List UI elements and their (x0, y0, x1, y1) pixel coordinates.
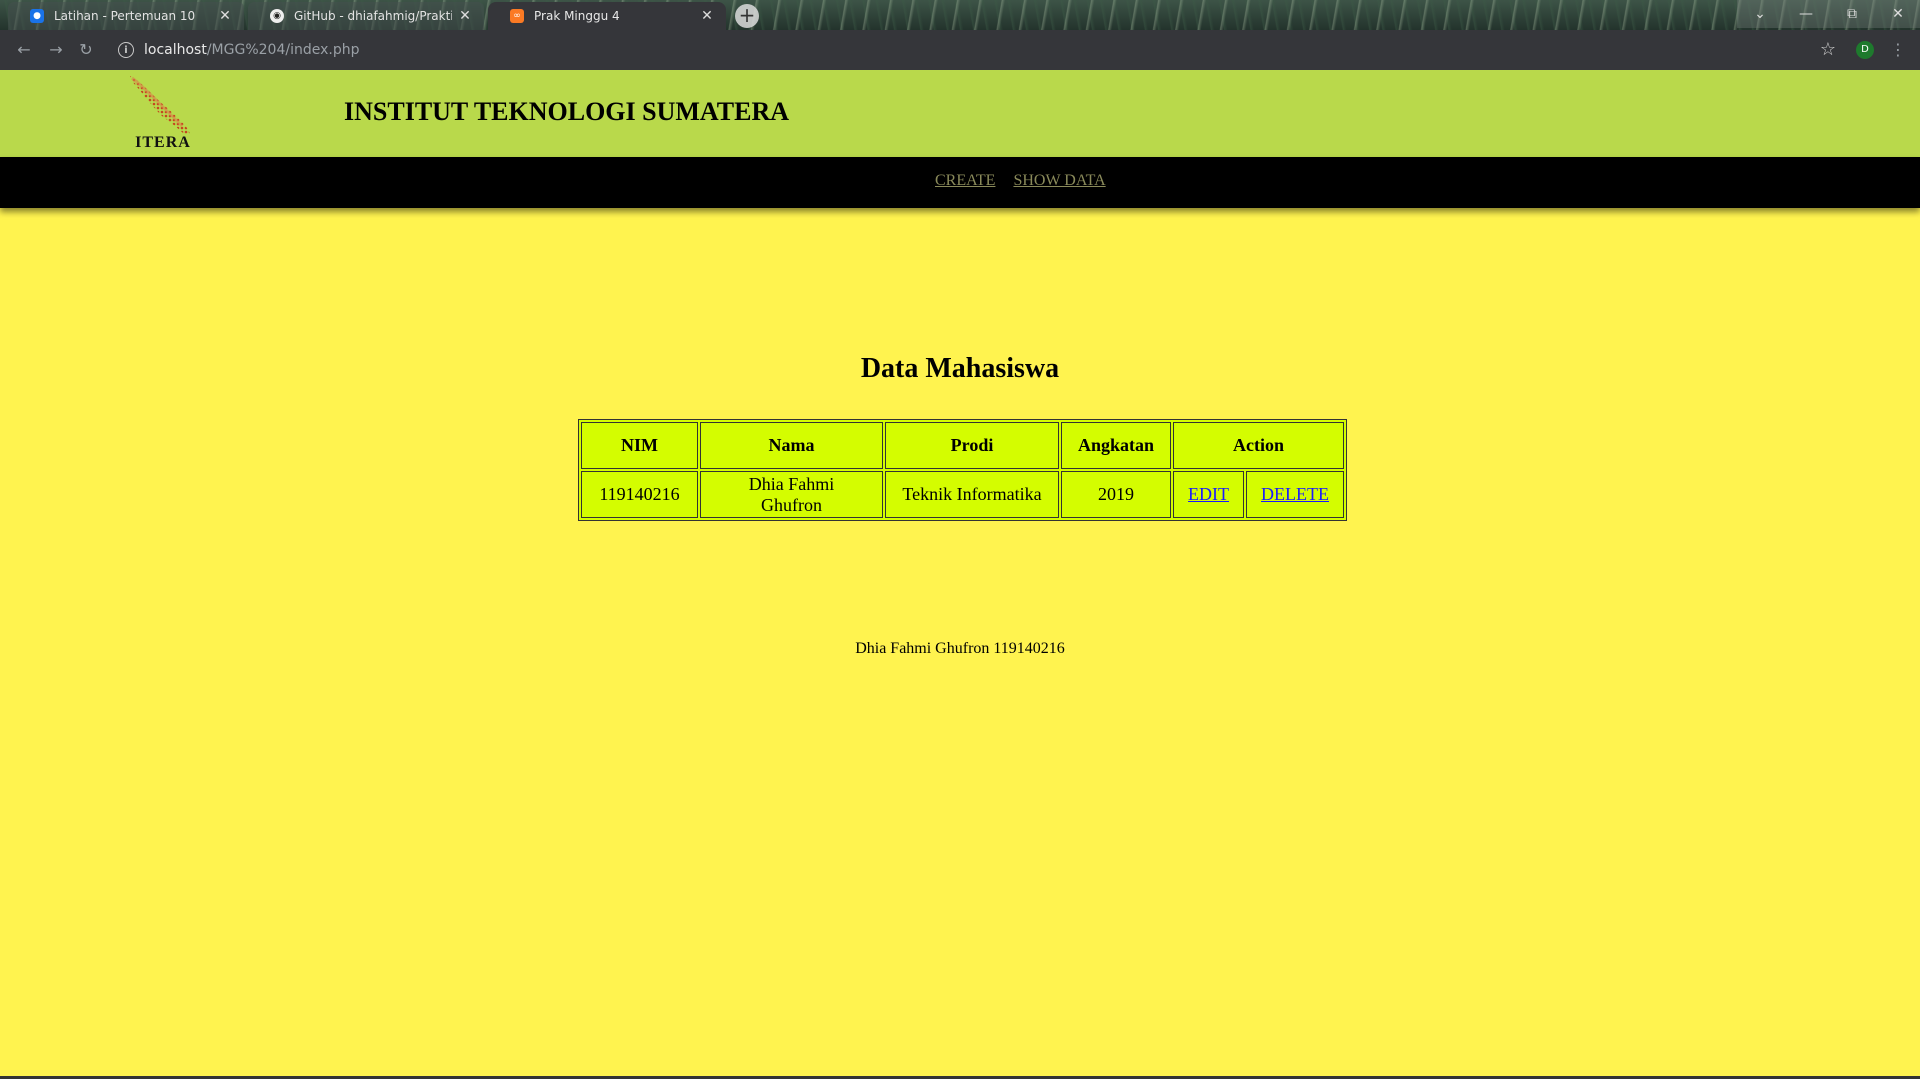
profile-avatar[interactable]: D (1856, 41, 1874, 59)
delete-link[interactable]: DELETE (1261, 484, 1329, 504)
tab-label: Prak Minggu 4 (534, 9, 620, 23)
edit-link[interactable]: EDIT (1188, 484, 1229, 504)
browser-tab-strip: ● Latihan - Pertemuan 10 ✕ ◉ GitHub - dh… (0, 0, 1920, 30)
site-header: ITERA INSTITUT TEKNOLOGI SUMATERA (0, 70, 1920, 157)
info-icon[interactable]: i (118, 42, 134, 58)
xampp-icon: ∞ (510, 9, 524, 23)
bookmark-star-icon[interactable]: ☆ (1816, 38, 1840, 62)
url-text: localhost/MGG%204/index.php (144, 42, 360, 58)
cell-edit: EDIT (1173, 471, 1245, 518)
github-icon: ◉ (270, 9, 284, 23)
new-tab-button[interactable]: + (735, 4, 759, 28)
browser-tab-prak-minggu-4[interactable]: ∞ Prak Minggu 4 ✕ (488, 2, 726, 30)
sumatra-map-icon (130, 76, 190, 134)
close-icon[interactable]: ✕ (218, 8, 232, 24)
close-window-icon[interactable]: ✕ (1875, 0, 1920, 28)
classroom-icon: ● (30, 9, 44, 23)
minimize-icon[interactable]: — (1783, 0, 1829, 28)
reload-icon[interactable]: ↻ (74, 38, 98, 62)
cell-nama: Dhia Fahmi Ghufron (700, 471, 883, 518)
cell-prodi: Teknik Informatika (885, 471, 1059, 518)
column-header-angkatan: Angkatan (1061, 422, 1172, 469)
back-icon[interactable]: ← (12, 38, 36, 62)
cell-delete: DELETE (1246, 471, 1344, 518)
browser-tab-github[interactable]: ◉ GitHub - dhiafahmig/Praktikum- ✕ (248, 2, 484, 30)
main-navbar: CREATE SHOW DATA (0, 157, 1920, 208)
page-heading: Data Mahasiswa (860, 353, 1060, 384)
column-header-action: Action (1173, 422, 1344, 469)
nav-links: CREATE SHOW DATA (926, 172, 1115, 190)
cell-angkatan: 2019 (1061, 471, 1172, 518)
restore-icon[interactable]: ⧉ (1829, 0, 1875, 28)
tab-search-icon[interactable]: ⌄ (1737, 0, 1783, 28)
close-icon[interactable]: ✕ (458, 8, 472, 24)
browser-toolbar: ← → ↻ i localhost/MGG%204/index.php ☆ D … (0, 30, 1920, 70)
column-header-nim: NIM (581, 422, 698, 469)
tab-label: Latihan - Pertemuan 10 (54, 9, 196, 23)
column-header-nama: Nama (700, 422, 883, 469)
table-row: 119140216 Dhia Fahmi Ghufron Teknik Info… (581, 471, 1344, 518)
forward-icon[interactable]: → (44, 38, 68, 62)
nav-create-link[interactable]: CREATE (935, 172, 995, 190)
close-icon[interactable]: ✕ (700, 8, 714, 24)
site-title: INSTITUT TEKNOLOGI SUMATERA (344, 97, 790, 126)
nav-show-data-link[interactable]: SHOW DATA (1013, 172, 1105, 190)
address-bar[interactable]: i localhost/MGG%204/index.php (108, 35, 1783, 65)
table-header-row: NIM Nama Prodi Angkatan Action (581, 422, 1344, 469)
browser-menu-icon[interactable]: ⋮ (1890, 38, 1906, 62)
itera-logo: ITERA (128, 74, 198, 154)
logo-text: ITERA (135, 134, 191, 151)
mahasiswa-table: NIM Nama Prodi Angkatan Action 119140216… (578, 419, 1347, 521)
browser-tab-latihan[interactable]: ● Latihan - Pertemuan 10 ✕ (8, 2, 244, 30)
tab-label: GitHub - dhiafahmig/Praktikum- (294, 9, 452, 23)
cell-nim: 119140216 (581, 471, 698, 518)
column-header-prodi: Prodi (885, 422, 1059, 469)
footer-text: Dhia Fahmi Ghufron 119140216 (855, 640, 1065, 657)
